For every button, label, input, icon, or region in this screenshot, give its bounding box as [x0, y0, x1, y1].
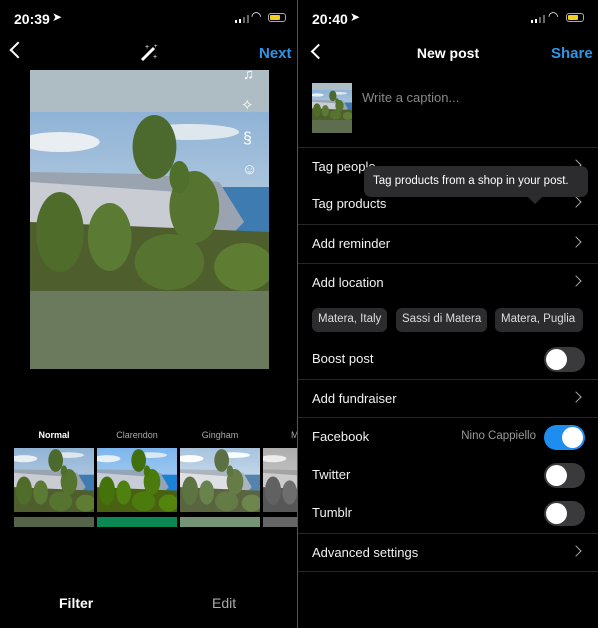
svg-text:+: + [145, 44, 149, 51]
filter-thumb-normal[interactable] [14, 448, 94, 527]
status-time: 20:40 [312, 11, 348, 27]
filter-label-m[interactable]: M [263, 430, 297, 440]
tab-filter[interactable]: Filter [59, 595, 93, 611]
twitter-toggle[interactable] [544, 463, 585, 488]
post-thumbnail [312, 83, 352, 133]
row-tumblr: Tumblr [298, 494, 598, 532]
svg-text:+: + [154, 44, 158, 50]
location-arrow-icon: ➤ [350, 10, 361, 24]
caption-input[interactable]: Write a caption... [362, 90, 459, 105]
row-label: Facebook [312, 429, 370, 444]
signal-icon [531, 15, 545, 23]
chevron-right-icon [570, 391, 582, 403]
photo-preview [30, 70, 269, 369]
location-chip[interactable]: Sassi di Matera [396, 308, 488, 332]
boost-post-toggle[interactable] [544, 347, 585, 372]
wifi-icon: ◠ [251, 9, 262, 23]
location-chip[interactable]: Matera, Italy [312, 308, 388, 332]
wifi-icon: ◠ [548, 9, 559, 23]
tumblr-toggle[interactable] [544, 501, 585, 526]
filter-label-gingham[interactable]: Gingham [180, 430, 260, 440]
next-button[interactable]: Next [259, 45, 292, 62]
magic-wand-icon[interactable]: + + + [138, 42, 160, 62]
filter-thumb-m[interactable] [263, 448, 297, 527]
svg-text:+: + [153, 54, 157, 61]
chevron-right-icon [570, 236, 582, 248]
new-post-screen: 20:40 ➤ ◠ New post Share Write a caption… [298, 0, 598, 628]
row-label: Twitter [312, 467, 351, 482]
sparkles-icon[interactable]: ✧ [241, 96, 254, 114]
filter-thumb-gingham[interactable] [180, 448, 260, 527]
squiggle-icon[interactable]: § [243, 130, 252, 148]
facebook-toggle[interactable] [544, 425, 585, 450]
row-label: Boost post [312, 351, 374, 366]
location-chip[interactable]: Matera, Puglia [495, 308, 583, 332]
row-add-reminder[interactable]: Add reminder [298, 224, 598, 262]
row-label: Tag products [312, 196, 387, 211]
chevron-right-icon [570, 196, 582, 208]
chevron-right-icon [570, 545, 582, 557]
row-twitter: Twitter [298, 456, 598, 494]
row-label: Advanced settings [312, 545, 419, 560]
music-icon[interactable]: ♫ [243, 66, 254, 83]
row-add-location[interactable]: Add location [298, 263, 598, 301]
row-advanced-settings[interactable]: Advanced settings [298, 533, 598, 572]
battery-icon [268, 13, 286, 22]
facebook-account: Nino Cappiello [461, 430, 536, 442]
row-label: Add reminder [312, 236, 391, 251]
row-label: Tumblr [312, 505, 352, 520]
status-time: 20:39 [14, 11, 50, 27]
row-boost-post: Boost post [298, 340, 598, 378]
row-label: Add fundraiser [312, 391, 397, 406]
tab-edit[interactable]: Edit [212, 595, 236, 611]
location-arrow-icon: ➤ [52, 10, 63, 24]
row-add-fundraiser[interactable]: Add fundraiser [298, 379, 598, 417]
battery-icon [566, 13, 584, 22]
tag-person-icon[interactable]: ☺ [242, 161, 257, 178]
tooltip: Tag products from a shop in your post. [364, 166, 588, 197]
back-icon[interactable] [9, 41, 27, 59]
filter-label-normal[interactable]: Normal [14, 430, 94, 440]
row-label: Add location [312, 275, 384, 290]
row-facebook: Facebook Nino Cappiello [298, 417, 598, 455]
share-button[interactable]: Share [551, 45, 593, 62]
filter-thumb-clarendon[interactable] [97, 448, 177, 527]
edit-photo-screen: 20:39 ➤ ◠ + + + Next ♫ ✧ § ☺ Normal Claren… [0, 0, 297, 628]
filter-label-clarendon[interactable]: Clarendon [97, 430, 177, 440]
chevron-right-icon [570, 275, 582, 287]
